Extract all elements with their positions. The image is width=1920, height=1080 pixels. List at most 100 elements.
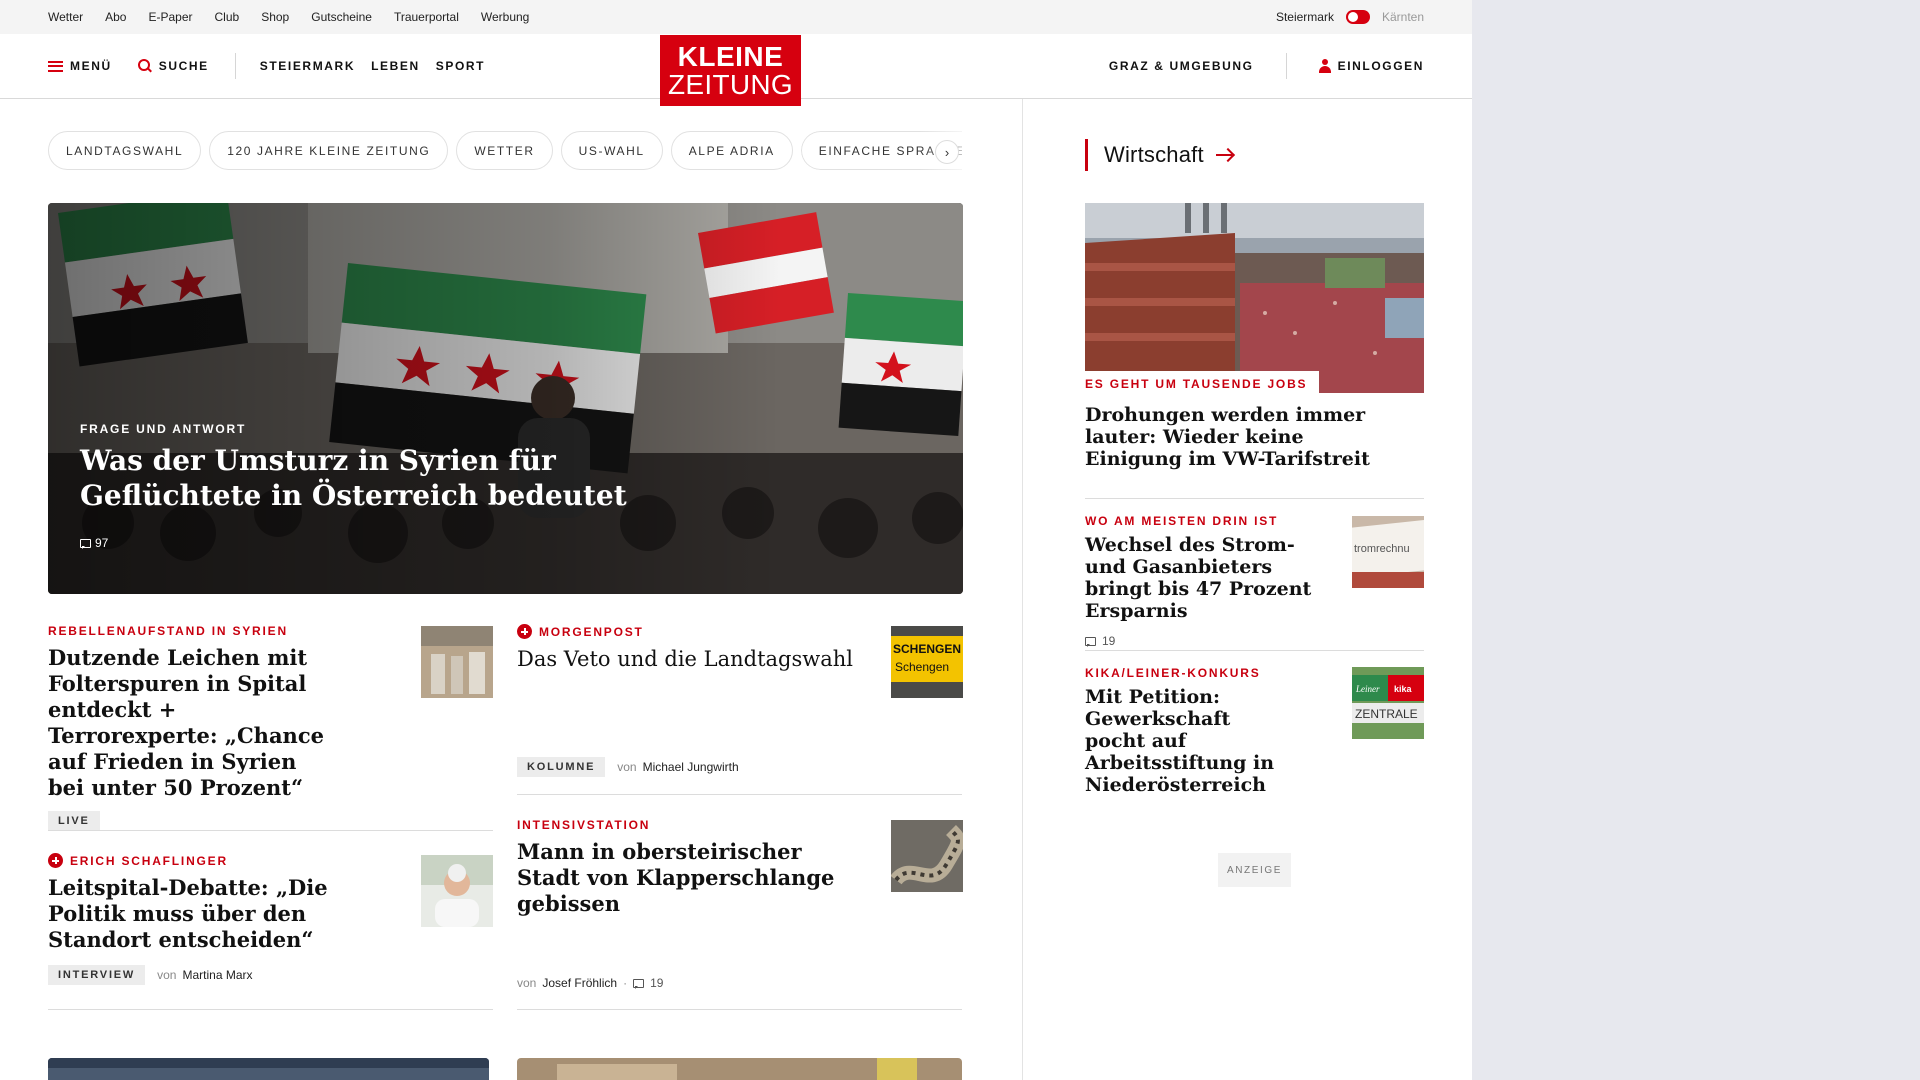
- article-a1-thumbnail[interactable]: [421, 626, 493, 698]
- sidebar-item-3-thumbnail[interactable]: Leiner kika ZENTRALE: [1352, 667, 1424, 739]
- bill-text: tromrechnu: [1354, 543, 1410, 555]
- sidebar-lead-kicker: ES GEHT UM TAUSENDE JOBS: [1085, 377, 1308, 391]
- next-article-image-2[interactable]: [517, 1058, 962, 1080]
- hero-kicker: FRAGE UND ANTWORT: [80, 422, 247, 436]
- menu-button[interactable]: MENÜ: [48, 59, 112, 73]
- ad-label: ANZEIGE: [1218, 853, 1291, 887]
- article-a3-tag: INTERVIEW: [48, 965, 146, 985]
- topic-alpe-adria[interactable]: ALPE ADRIA: [670, 131, 793, 170]
- header-right: GRAZ & UMGEBUNG EINLOGGEN: [1109, 34, 1424, 98]
- section-title[interactable]: Wirtschaft: [1104, 142, 1204, 168]
- utility-bar: Wetter Abo E-Paper Club Shop Gutscheine …: [0, 0, 1472, 34]
- nav-graz-umgebung[interactable]: GRAZ & UMGEBUNG: [1109, 59, 1254, 73]
- article-a2-author[interactable]: Michael Jungwirth: [643, 760, 739, 774]
- utility-link-gutscheine[interactable]: Gutscheine: [311, 10, 372, 24]
- utility-link-epaper[interactable]: E-Paper: [148, 10, 192, 24]
- utility-link-werbung[interactable]: Werbung: [481, 10, 529, 24]
- chevron-right-icon: ›: [944, 144, 950, 160]
- sidebar-lead-image[interactable]: [1085, 203, 1424, 393]
- search-button[interactable]: SUCHE: [137, 59, 209, 73]
- topic-us-wahl[interactable]: US-WAHL: [560, 131, 663, 170]
- article-a1-tag: LIVE: [48, 811, 100, 831]
- article-a2-meta: KOLUMNE von Michael Jungwirth: [517, 757, 739, 777]
- page: Wetter Abo E-Paper Club Shop Gutscheine …: [0, 0, 1472, 1080]
- utility-link-club[interactable]: Club: [215, 10, 240, 24]
- hero-comments[interactable]: 97: [80, 536, 108, 550]
- divider: [1085, 498, 1424, 499]
- sidebar-item-2-kicker: WO AM MEISTEN DRIN IST: [1085, 514, 1279, 528]
- login-label: EINLOGGEN: [1337, 59, 1424, 73]
- sidebar-lead-kicker-box: ES GEHT UM TAUSENDE JOBS: [1085, 371, 1320, 396]
- nav-leben[interactable]: LEBEN: [371, 59, 420, 73]
- article-a2-thumbnail[interactable]: SCHENGEN Schengen: [891, 626, 963, 698]
- article-a4-thumbnail[interactable]: [891, 820, 963, 892]
- article-card-a3[interactable]: ERICH SCHAFLINGER Leitspital-Debatte: „D…: [48, 853, 338, 985]
- article-card-a1[interactable]: REBELLENAUFSTAND IN SYRIEN Dutzende Leic…: [48, 624, 338, 831]
- nav-steiermark[interactable]: STEIERMARK: [260, 59, 355, 73]
- byline-von: von: [157, 968, 177, 982]
- plus-icon: [517, 624, 532, 639]
- kleine-zeitung-logo[interactable]: KLEINE ZEITUNG: [660, 35, 801, 106]
- bill-image: tromrechnu: [1352, 516, 1424, 588]
- plus-icon: [48, 853, 63, 868]
- vw-factory-image: [1085, 203, 1424, 393]
- utility-link-shop[interactable]: Shop: [261, 10, 289, 24]
- article-a2-kicker-text: MORGENPOST: [539, 624, 644, 639]
- divider: [48, 830, 493, 831]
- article-a1-title[interactable]: Dutzende Leichen mit Folterspuren in Spi…: [48, 645, 338, 801]
- logo-line-2: ZEITUNG: [668, 68, 793, 100]
- hamburger-icon: [48, 60, 63, 72]
- sidebar-item-2-title[interactable]: Wechsel des Strom- und Gasanbieters brin…: [1085, 534, 1340, 622]
- utility-link-abo[interactable]: Abo: [105, 10, 126, 24]
- market-image: [517, 1058, 962, 1080]
- snake-image: [891, 820, 963, 892]
- article-a3-thumbnail[interactable]: [421, 855, 493, 927]
- article-a2-kicker: MORGENPOST: [517, 624, 857, 639]
- topic-landtagswahl[interactable]: LANDTAGSWAHL: [48, 131, 202, 170]
- topic-120-jahre[interactable]: 120 JAHRE KLEINE ZEITUNG: [209, 131, 449, 170]
- article-a2-title[interactable]: Das Veto und die Landtagswahl: [517, 646, 857, 672]
- login-button[interactable]: EINLOGGEN: [1318, 59, 1424, 73]
- topic-wetter[interactable]: WETTER: [456, 131, 553, 170]
- region-kaernten[interactable]: Kärnten: [1382, 10, 1424, 24]
- article-card-a2[interactable]: MORGENPOST Das Veto und die Landtagswahl: [517, 624, 857, 672]
- sidebar-lead-title[interactable]: Drohungen werden immer lauter: Wieder ke…: [1085, 404, 1375, 470]
- region-toggle[interactable]: [1345, 10, 1370, 24]
- article-a2-byline: von Michael Jungwirth: [617, 760, 738, 774]
- region-steiermark[interactable]: Steiermark: [1276, 10, 1334, 24]
- topics-next-button[interactable]: ›: [935, 140, 959, 164]
- article-a4-author[interactable]: Josef Fröhlich: [542, 976, 617, 990]
- article-card-a4[interactable]: INTENSIVSTATION Mann in obersteirischer …: [517, 818, 857, 917]
- article-a4-comment-count[interactable]: 19: [650, 976, 663, 990]
- sidebar-item-2-comments[interactable]: 19: [1085, 634, 1340, 648]
- arrow-right-icon[interactable]: [1215, 148, 1234, 162]
- divider: [48, 1009, 493, 1010]
- column-divider: [1022, 99, 1023, 1080]
- utility-link-wetter[interactable]: Wetter: [48, 10, 83, 24]
- menu-label: MENÜ: [70, 59, 112, 73]
- hero-comment-count: 97: [95, 536, 109, 550]
- article-a4-title[interactable]: Mann in obersteirischer Stadt von Klappe…: [517, 839, 857, 917]
- next-article-image-1[interactable]: [48, 1058, 489, 1080]
- leiner-text: Leiner: [1355, 684, 1380, 694]
- topic-bar: LANDTAGSWAHL 120 JAHRE KLEINE ZEITUNG WE…: [48, 131, 962, 170]
- header-nav: MENÜ SUCHE STEIERMARK LEBEN SPORT: [48, 34, 501, 98]
- article-a3-author[interactable]: Martina Marx: [182, 968, 252, 982]
- article-a3-title[interactable]: Leitspital-Debatte: „Die Politik muss üb…: [48, 875, 338, 953]
- nav-sport[interactable]: SPORT: [436, 59, 485, 73]
- zentrale-text: ZENTRALE: [1355, 707, 1418, 721]
- article-a3-meta: INTERVIEW von Martina Marx: [48, 965, 338, 985]
- section-header-wirtschaft[interactable]: Wirtschaft: [1085, 139, 1234, 171]
- schengen-sign-text-2: Schengen: [895, 660, 949, 674]
- sidebar-item-3[interactable]: KIKA/LEINER-KONKURS Mit Petition: Gewerk…: [1085, 666, 1340, 796]
- sidebar-item-2-thumbnail[interactable]: tromrechnu: [1352, 516, 1424, 588]
- sidebar-item-3-title[interactable]: Mit Petition: Gewerkschaft pocht auf Arb…: [1085, 686, 1285, 796]
- user-icon: [1318, 59, 1331, 73]
- utility-link-trauerportal[interactable]: Trauerportal: [394, 10, 459, 24]
- sky-image: [48, 1058, 489, 1080]
- article-a4-kicker: INTENSIVSTATION: [517, 818, 651, 832]
- hero-article[interactable]: FRAGE UND ANTWORT Was der Umsturz in Syr…: [48, 203, 963, 594]
- hero-title[interactable]: Was der Umsturz in Syrien für Geflüchtet…: [80, 443, 700, 513]
- sidebar-item-2[interactable]: WO AM MEISTEN DRIN IST Wechsel des Strom…: [1085, 514, 1340, 648]
- browser-background: [1472, 0, 1920, 1080]
